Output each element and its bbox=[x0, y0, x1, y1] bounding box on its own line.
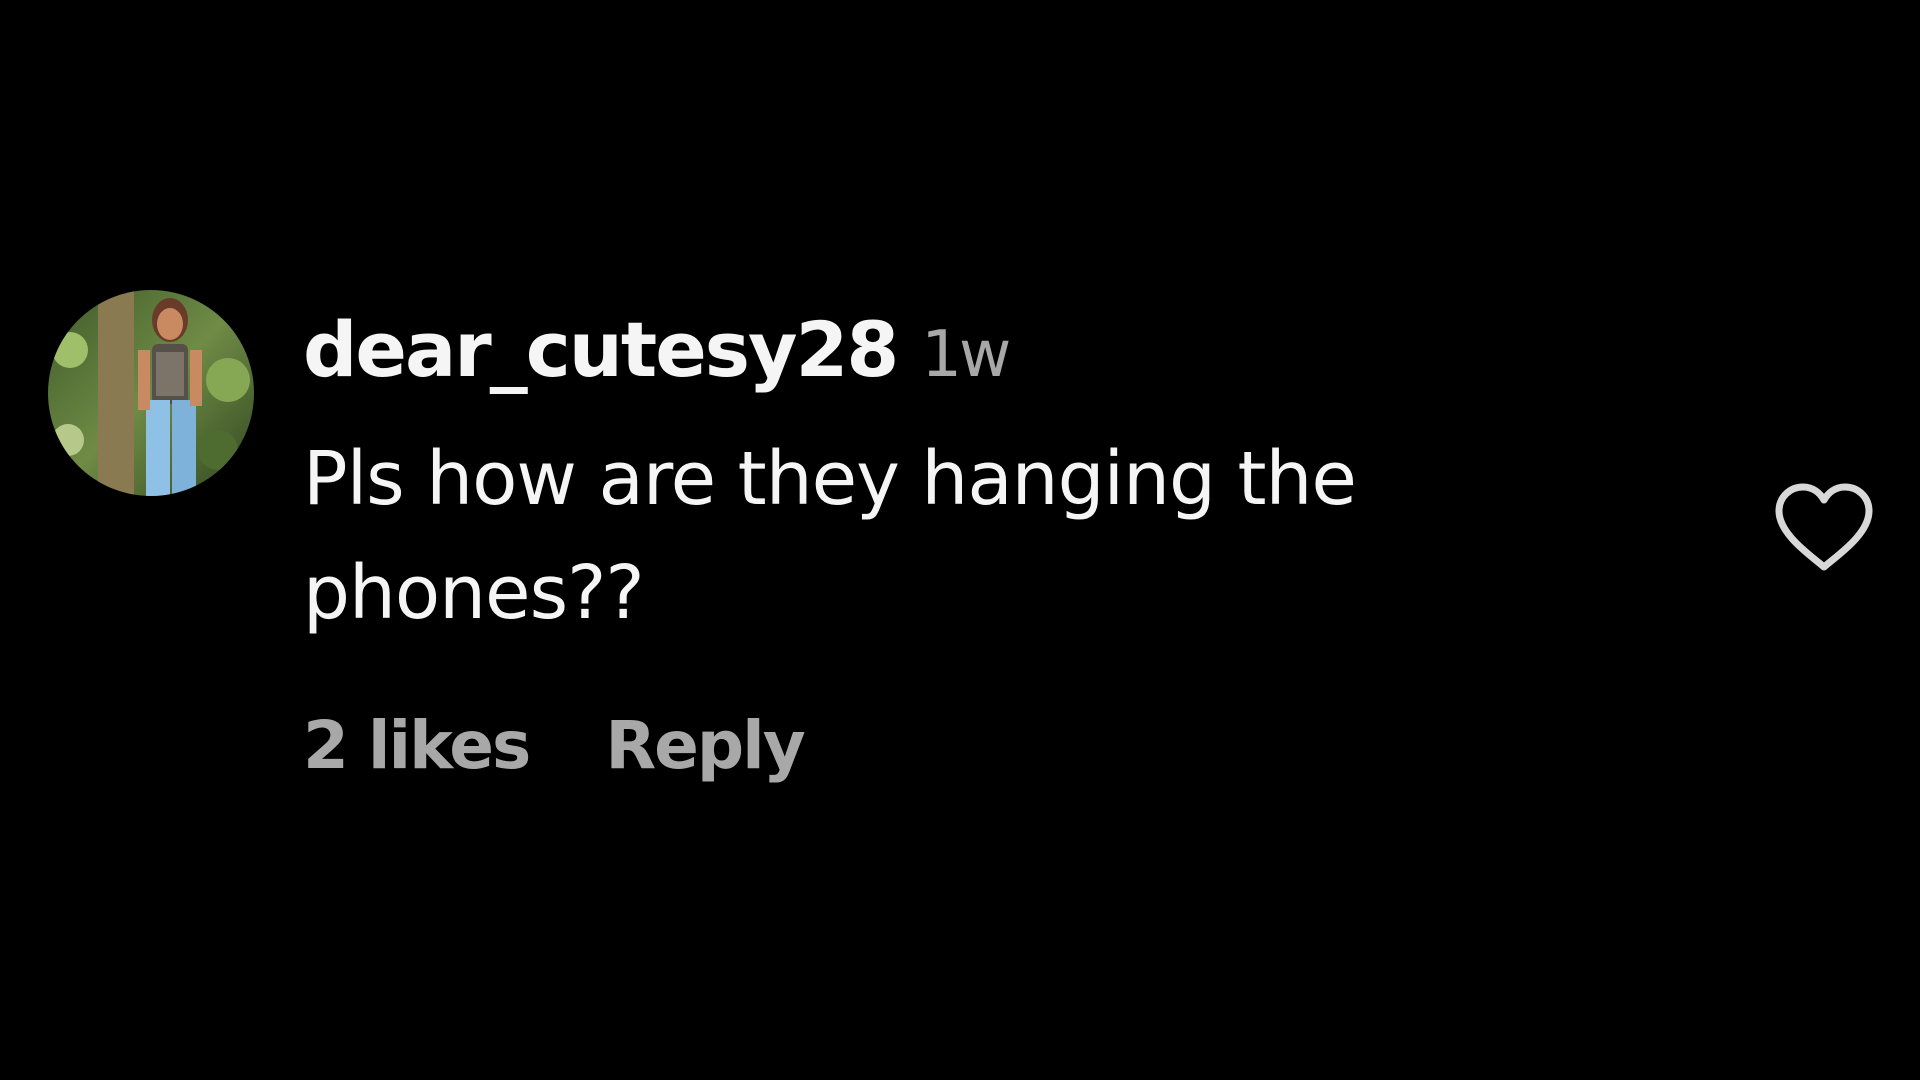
comment-header: dear_cutesy28 1w bbox=[303, 300, 1011, 400]
timestamp: 1w bbox=[921, 318, 1011, 392]
like-button[interactable] bbox=[1773, 481, 1875, 575]
heart-outline-icon bbox=[1775, 483, 1873, 571]
comment-actions: 2 likes Reply bbox=[303, 700, 806, 790]
username-link[interactable]: dear_cutesy28 bbox=[303, 300, 899, 400]
avatar[interactable] bbox=[48, 290, 254, 496]
likes-count[interactable]: 2 likes bbox=[303, 707, 531, 784]
comment: dear_cutesy28 1w Pls how are they hangin… bbox=[0, 0, 1920, 1080]
comment-text: Pls how are they hanging the phones?? bbox=[303, 436, 1357, 636]
reply-button[interactable]: Reply bbox=[605, 707, 805, 784]
avatar-photo bbox=[48, 290, 254, 496]
